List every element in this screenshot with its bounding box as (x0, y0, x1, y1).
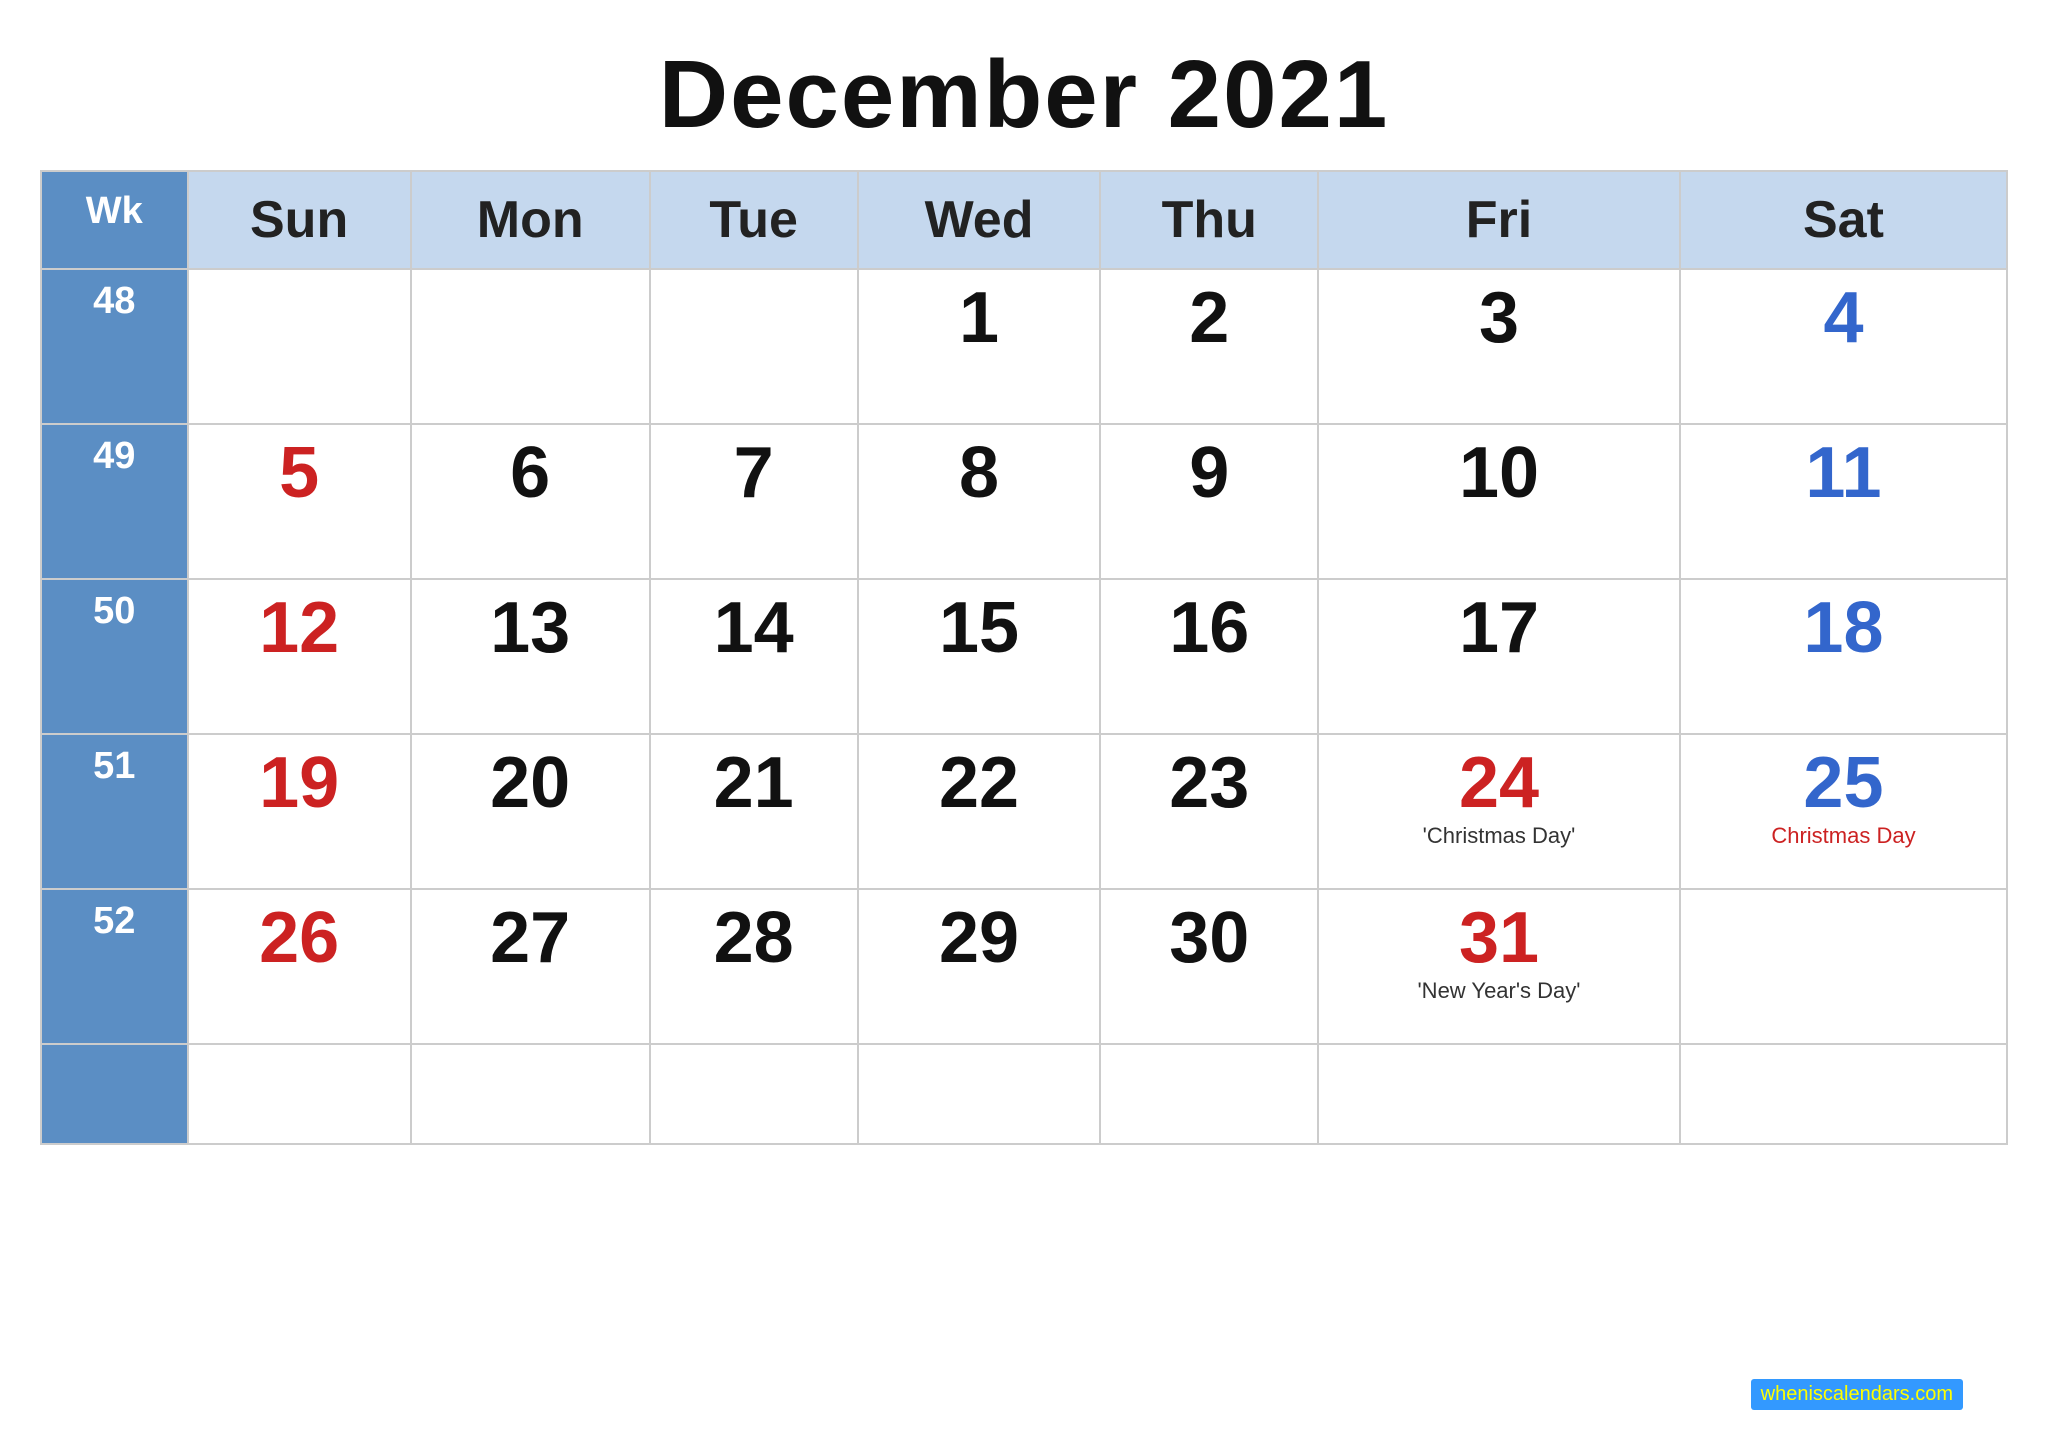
day-cell: 12 (188, 579, 411, 734)
day-number: 21 (666, 747, 842, 819)
day-number: 19 (204, 747, 395, 819)
week-number-50: 50 (41, 579, 188, 734)
day-cell (650, 269, 858, 424)
day-cell: 2 (1100, 269, 1318, 424)
day-cell: 20 (411, 734, 650, 889)
day-number: 20 (427, 747, 634, 819)
day-cell: 22 (858, 734, 1101, 889)
day-cell: 4 (1680, 269, 2007, 424)
day-cell (650, 1044, 858, 1144)
day-number: 10 (1334, 437, 1664, 509)
day-number: 9 (1116, 437, 1302, 509)
day-cell: 31 'New Year's Day' (1318, 889, 1680, 1044)
page-title: December 2021 (659, 40, 1389, 150)
header-wed: Wed (858, 171, 1101, 269)
holiday-label: 'New Year's Day' (1334, 978, 1664, 1004)
day-number: 25 (1696, 747, 1991, 819)
week-number-51: 51 (41, 734, 188, 889)
week-number-52: 52 (41, 889, 188, 1044)
holiday-label: 'Christmas Day' (1334, 823, 1664, 849)
day-number: 11 (1696, 437, 1991, 509)
day-cell: 21 (650, 734, 858, 889)
day-cell: 25 Christmas Day (1680, 734, 2007, 889)
watermark-text: wheniscalendars.com (1761, 1383, 1953, 1405)
day-number: 30 (1116, 902, 1302, 974)
day-cell (188, 1044, 411, 1144)
day-number: 4 (1696, 282, 1991, 354)
day-number: 27 (427, 902, 634, 974)
day-cell (1680, 1044, 2007, 1144)
header-fri: Fri (1318, 171, 1680, 269)
day-cell: 11 (1680, 424, 2007, 579)
day-number: 3 (1334, 282, 1664, 354)
day-number: 17 (1334, 592, 1664, 664)
day-cell (1680, 889, 2007, 1044)
day-number: 1 (874, 282, 1085, 354)
day-cell: 30 (1100, 889, 1318, 1044)
holiday-label: Christmas Day (1696, 823, 1991, 849)
day-cell: 13 (411, 579, 650, 734)
day-cell: 16 (1100, 579, 1318, 734)
watermark: wheniscalendars.com (1751, 1379, 1963, 1410)
day-number: 28 (666, 902, 842, 974)
day-cell: 1 (858, 269, 1101, 424)
header-sun: Sun (188, 171, 411, 269)
day-number: 2 (1116, 282, 1302, 354)
day-number: 6 (427, 437, 634, 509)
day-cell: 14 (650, 579, 858, 734)
day-number: 16 (1116, 592, 1302, 664)
day-number: 18 (1696, 592, 1991, 664)
day-cell: 3 (1318, 269, 1680, 424)
header-mon: Mon (411, 171, 650, 269)
day-number: 26 (204, 902, 395, 974)
week-number-48: 48 (41, 269, 188, 424)
day-cell: 23 (1100, 734, 1318, 889)
day-cell: 8 (858, 424, 1101, 579)
day-number: 22 (874, 747, 1085, 819)
header-tue: Tue (650, 171, 858, 269)
day-number: 24 (1334, 747, 1664, 819)
day-cell: 26 (188, 889, 411, 1044)
day-number: 15 (874, 592, 1085, 664)
day-cell: 28 (650, 889, 858, 1044)
day-number: 31 (1334, 902, 1664, 974)
day-cell: 19 (188, 734, 411, 889)
day-cell: 27 (411, 889, 650, 1044)
day-cell: 17 (1318, 579, 1680, 734)
day-cell: 9 (1100, 424, 1318, 579)
day-number: 13 (427, 592, 634, 664)
day-cell (411, 1044, 650, 1144)
day-cell (411, 269, 650, 424)
day-cell: 24 'Christmas Day' (1318, 734, 1680, 889)
day-cell (1318, 1044, 1680, 1144)
header-sat: Sat (1680, 171, 2007, 269)
day-cell: 18 (1680, 579, 2007, 734)
day-number: 7 (666, 437, 842, 509)
week-number- (41, 1044, 188, 1144)
day-number: 23 (1116, 747, 1302, 819)
day-number: 29 (874, 902, 1085, 974)
day-cell: 15 (858, 579, 1101, 734)
day-cell: 10 (1318, 424, 1680, 579)
day-cell: 7 (650, 424, 858, 579)
day-number: 8 (874, 437, 1085, 509)
wk-header: Wk (41, 171, 188, 269)
day-number: 5 (204, 437, 395, 509)
day-number: 12 (204, 592, 395, 664)
calendar-header: Wk Sun Mon Tue Wed Thu Fri Sat (41, 171, 2007, 269)
calendar-table: Wk Sun Mon Tue Wed Thu Fri Sat 481234495… (40, 170, 2008, 1145)
day-cell: 29 (858, 889, 1101, 1044)
day-cell (858, 1044, 1101, 1144)
day-number: 14 (666, 592, 842, 664)
day-cell: 5 (188, 424, 411, 579)
header-thu: Thu (1100, 171, 1318, 269)
week-number-49: 49 (41, 424, 188, 579)
day-cell (1100, 1044, 1318, 1144)
day-cell: 6 (411, 424, 650, 579)
day-cell (188, 269, 411, 424)
